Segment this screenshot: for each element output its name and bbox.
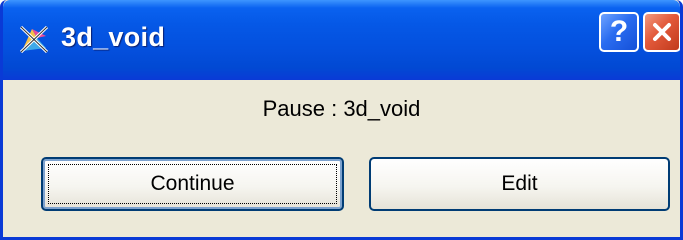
window-title: 3d_void (61, 22, 166, 52)
help-icon: ? (609, 15, 629, 48)
close-button[interactable] (643, 12, 680, 52)
title-bar[interactable]: 3d_void ? (3, 0, 680, 80)
focus-indicator (48, 164, 337, 204)
help-button[interactable]: ? (599, 12, 639, 52)
close-icon (653, 23, 671, 41)
continue-button[interactable]: Continue (41, 157, 344, 211)
app-icon (19, 25, 49, 54)
edit-button-label: Edit (501, 172, 538, 195)
edit-button[interactable]: Edit (369, 157, 670, 211)
dialog-window: 3d_void ? Pause : 3d_void Continue Edit (0, 0, 683, 240)
pause-message: Pause : 3d_void (262, 96, 421, 121)
